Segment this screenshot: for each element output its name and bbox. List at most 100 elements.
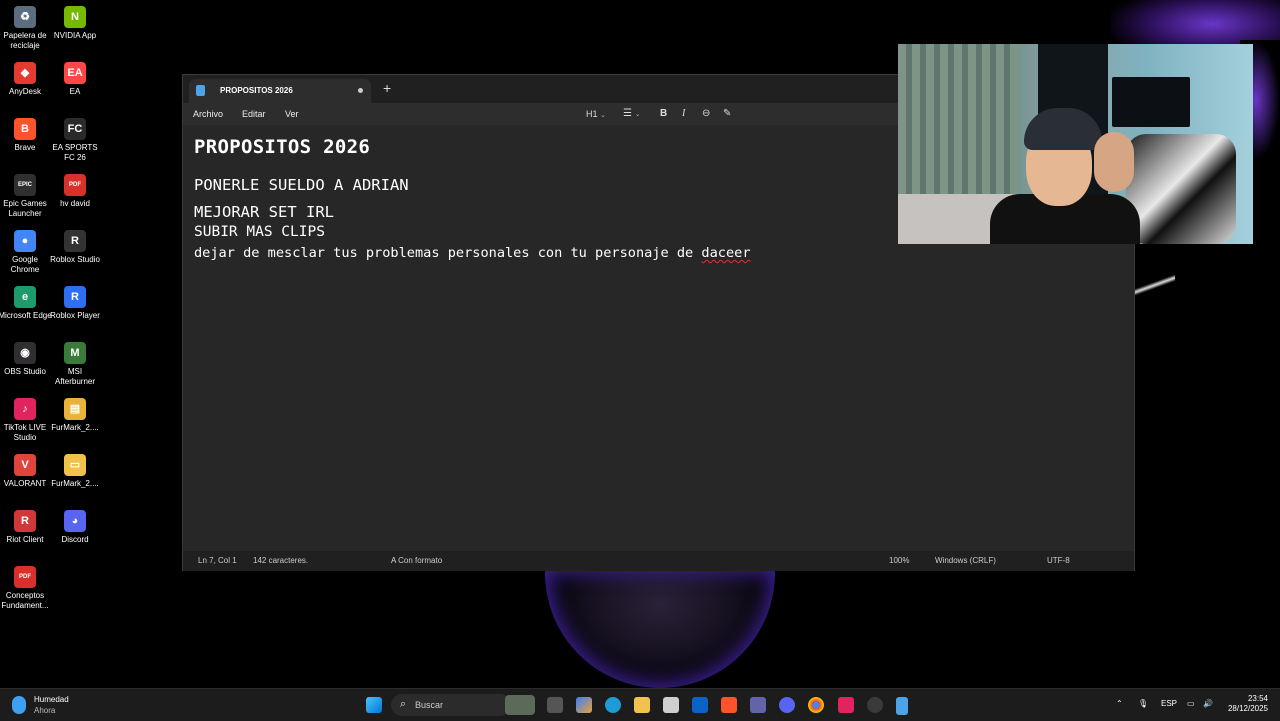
desktop-icon-label: Discord [61,535,89,544]
task-view-icon[interactable] [547,697,563,713]
tiktok-live-icon[interactable] [838,697,854,713]
app-icon: ♻ [14,6,36,28]
desktop-icon[interactable]: R Roblox Studio [47,230,103,265]
app-icon: FC [64,118,86,140]
line-ending[interactable]: Windows (CRLF) [935,556,996,565]
taskbar-search[interactable]: ⌕ Buscar [391,694,511,716]
desktop-icon-label: EA [69,87,81,96]
desktop-icon[interactable]: B Brave [0,118,53,153]
desktop-icon[interactable]: FC EA SPORTS FC 26 [47,118,103,163]
outlook-icon[interactable] [692,697,708,713]
desktop-icon-label: Roblox Studio [50,255,100,264]
bold-button[interactable]: B [660,108,667,119]
document-heading: PROPOSITOS 2026 [194,136,371,158]
unsaved-dot-icon[interactable] [358,88,363,93]
language-indicator[interactable]: ESP [1161,699,1177,708]
desktop-icon[interactable]: ▭ FurMark_2.... [47,454,103,489]
desktop-icon-label: FurMark_2.... [51,479,99,488]
tab-title: PROPOSITOS 2026 [220,86,293,95]
app-icon: ♪ [14,398,36,420]
status-bar: Ln 7, Col 1 142 caracteres. A Con format… [183,551,1134,571]
search-icon: ⌕ [400,698,407,710]
desktop-icon-label: EA SPORTS FC 26 [52,143,98,162]
list-dropdown[interactable]: ☰ ⌄ [623,108,641,119]
menu-editar[interactable]: Editar [242,109,266,119]
desktop-icon[interactable]: EA EA [47,62,103,97]
encoding[interactable]: UTF-8 [1047,556,1070,565]
webcam-overlay [898,44,1253,244]
link-button[interactable]: ⊖ [702,108,710,119]
new-tab-button[interactable]: + [383,80,391,96]
text-line: dejar de mesclar tus problemas personale… [194,245,751,261]
desktop-icon-label: OBS Studio [4,367,46,376]
text-line: PONERLE SUELDO A ADRIAN [194,176,409,194]
zoom-level[interactable]: 100% [889,556,909,565]
desktop-icon-label: Brave [14,143,36,152]
desktop-icon[interactable]: PDF hv david [47,174,103,209]
chevron-down-icon: ⌄ [600,112,606,119]
cursor-position: Ln 7, Col 1 [198,556,237,565]
text-line: MEJORAR SET IRL [194,203,334,221]
app-icon: ◕ [64,510,86,532]
store-icon[interactable] [663,697,679,713]
italic-button[interactable]: I [682,108,685,119]
desktop-icon[interactable]: R Roblox Player [47,286,103,321]
app-icon: R [14,510,36,532]
weather-title: Humedad [34,695,69,704]
file-explorer-icon[interactable] [634,697,650,713]
clock[interactable]: 23:54 28/12/2025 [1226,694,1268,714]
microphone-icon[interactable]: 🎙 [1138,699,1148,708]
app-icon: M [64,342,86,364]
desktop-icon-label: TikTok LIVE Studio [3,423,47,442]
search-highlight-icon[interactable] [505,695,535,715]
desktop-icon[interactable]: N NVIDIA App [47,6,103,41]
app-icon: ◆ [14,62,36,84]
desktop-icon[interactable]: ♻ Papelera de reciclaje [0,6,53,51]
app-icon: B [14,118,36,140]
desktop-icon[interactable]: ◆ AnyDesk [0,62,53,97]
volume-icon[interactable]: 🔊 [1203,699,1213,708]
desktop-icon[interactable]: ♪ TikTok LIVE Studio [0,398,53,443]
network-icon[interactable]: ▭ [1187,699,1195,708]
search-label: Buscar [415,700,444,710]
desktop-icon-label: Microsoft Edge [0,311,52,320]
discord-icon[interactable] [779,697,795,713]
menu-archivo[interactable]: Archivo [193,109,223,119]
wallpaper-streak [1135,275,1175,295]
obs-icon[interactable] [867,697,883,713]
desktop-icon[interactable]: e Microsoft Edge [0,286,53,321]
copilot-icon[interactable] [576,697,592,713]
start-icon[interactable] [366,697,382,713]
text-line: SUBIR MAS CLIPS [194,224,325,240]
heading-dropdown[interactable]: H1 ⌄ [586,109,606,119]
desktop-icon[interactable]: ◕ Discord [47,510,103,545]
teams-icon[interactable] [750,697,766,713]
desktop-icon[interactable]: R Riot Client [0,510,53,545]
desktop-icon[interactable]: ▤ FurMark_2.... [47,398,103,433]
desktop-icon-label: Roblox Player [50,311,100,320]
format-toggle[interactable]: A Con formato [391,556,442,565]
desktop-icon[interactable]: PDF Conceptos Fundament... [0,566,53,611]
clear-format-button[interactable]: ✎ [723,108,731,119]
chevron-up-icon[interactable]: ⌃ [1116,699,1123,708]
format-icon: A [391,556,396,565]
app-icon: PDF [64,174,86,196]
chrome-icon[interactable] [808,697,824,713]
desktop-icon[interactable]: V VALORANT [0,454,53,489]
chevron-down-icon: ⌄ [634,111,641,118]
misspelled-word: daceer [701,245,751,261]
desktop-icon-label: Google Chrome [10,255,40,274]
tab-propositos[interactable]: PROPOSITOS 2026 [189,79,371,103]
brave-icon[interactable] [721,697,737,713]
notepad-taskbar-icon[interactable] [896,697,908,715]
desktop-icon[interactable]: M MSI Afterburner [47,342,103,387]
desktop-icon[interactable]: ● Google Chrome [0,230,53,275]
desktop-icon-label: Conceptos Fundament... [1,591,49,610]
char-count: 142 caracteres. [253,556,309,565]
desktop-icon[interactable]: ◉ OBS Studio [0,342,53,377]
list-icon: ☰ [623,108,632,119]
app-icon: V [14,454,36,476]
desktop-icon[interactable]: EPIC Epic Games Launcher [0,174,53,219]
menu-ver[interactable]: Ver [285,109,299,119]
edge-icon[interactable] [605,697,621,713]
